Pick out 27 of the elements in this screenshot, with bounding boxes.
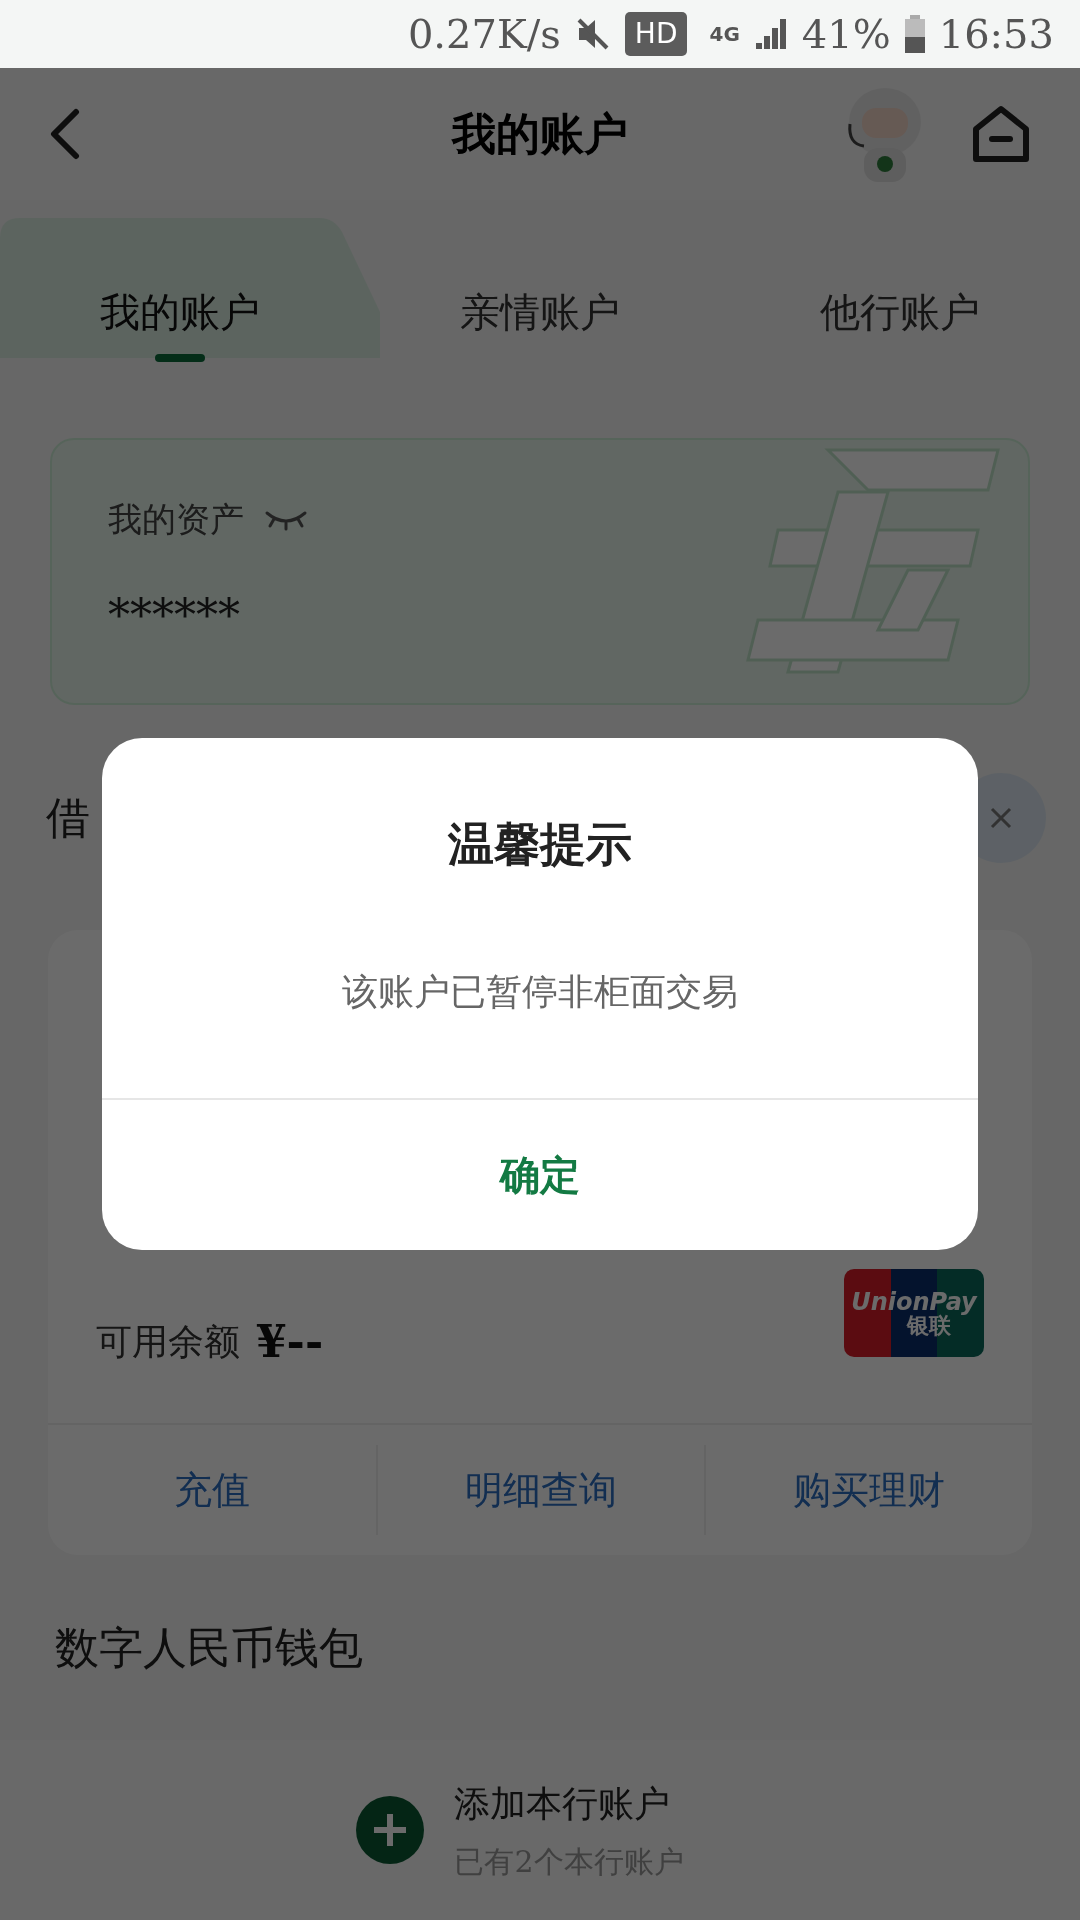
section-heading: 借 <box>46 790 90 845</box>
action-link[interactable]: 充值 <box>174 1461 250 1519</box>
battery-level: 41% <box>801 14 891 54</box>
back-icon[interactable] <box>48 108 80 160</box>
dialog-title: 温馨提示 <box>448 816 632 873</box>
section-heading: 数字人民币钱包 <box>55 1620 363 1675</box>
page-title: 我的账户 <box>452 107 628 161</box>
balance-value: ¥-- <box>256 1315 324 1369</box>
balance-label: 可用余额 <box>96 1320 240 1364</box>
assets-value: ****** <box>108 589 241 643</box>
tab[interactable]: 亲情账户 <box>360 282 720 362</box>
home-icon[interactable] <box>970 103 1032 165</box>
signal-icon <box>753 17 788 51</box>
action-link[interactable]: 明细查询 <box>465 1461 617 1519</box>
network-type: 4G <box>709 24 740 44</box>
assets-label: 我的资产 <box>108 498 244 541</box>
clock: 16:53 <box>938 14 1054 54</box>
action-link[interactable]: 购买理财 <box>793 1461 945 1519</box>
plus-icon <box>356 1796 425 1864</box>
confirm-button[interactable]: 确定 <box>102 1100 978 1250</box>
tab[interactable]: 他行账户 <box>720 282 1080 362</box>
battery-icon <box>904 15 925 53</box>
network-speed: 0.27K/s <box>407 14 561 54</box>
dialog-message: 该账户已暂停非柜面交易 <box>342 970 738 1014</box>
hd-badge: HD <box>624 12 688 56</box>
logo-subtext: 银联 <box>907 1314 951 1336</box>
add-account-title: 添加本行账户 <box>454 1781 672 1826</box>
